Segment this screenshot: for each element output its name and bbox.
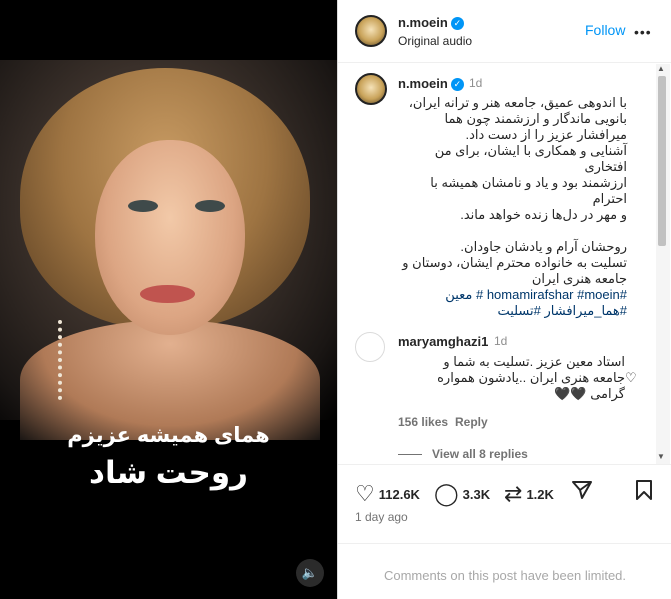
follow-button[interactable]: Follow: [585, 22, 625, 38]
comments-limited-notice: Comments on this post have been limited.: [338, 543, 671, 583]
portrait-eye-right: [195, 200, 225, 212]
scroll-up-arrow-icon[interactable]: ▲: [657, 64, 665, 73]
post-panel: n.moein ✓ Original audio Follow ••• n.moe…: [337, 0, 671, 599]
caption-line: میرافشار عزیز را از دست داد.: [465, 127, 627, 142]
caption-gap: [393, 223, 627, 239]
caption-username[interactable]: n.moein ✓: [398, 76, 464, 92]
view-replies-link[interactable]: View all 8 replies: [398, 447, 528, 461]
heart-icon[interactable]: ♡: [355, 481, 375, 507]
save-bookmark-icon[interactable]: [635, 479, 653, 501]
caption-body: با اندوهی عمیق، جامعه هنر و ترانه ایران،…: [393, 95, 627, 319]
media-caption-line2: روحت شاد: [89, 455, 248, 490]
caption-line: آشنایی و همکاری با ایشان، برای من افتخار…: [434, 143, 627, 174]
caption-line: بانویی ماندگار و ارزشمند چون هما: [444, 111, 627, 126]
more-options-icon[interactable]: •••: [634, 24, 652, 40]
like-button[interactable]: ♡ 112.6K: [355, 481, 420, 507]
avatar[interactable]: [355, 15, 387, 47]
comments-count[interactable]: 3.3K: [463, 487, 490, 502]
comment-likes-count[interactable]: 156 likes: [398, 415, 448, 429]
reel-media[interactable]: همای همیشه عزیزم روحت شاد 🔈: [0, 0, 337, 599]
caption-line: با اندوهی عمیق، جامعه هنر و ترانه ایران،: [408, 95, 627, 110]
speaker-icon: 🔈: [301, 565, 319, 580]
reposts-count[interactable]: 1.2K: [526, 487, 553, 502]
original-audio-link[interactable]: Original audio: [398, 34, 472, 48]
portrait-face: [95, 140, 245, 335]
caption-time[interactable]: 1d: [469, 76, 482, 90]
action-bar: ♡ 112.6K ◯ 3.3K ⇄ 1.2K: [338, 464, 671, 507]
likes-count[interactable]: 112.6K: [379, 487, 420, 502]
caption-line: ارزشمند بود و یاد و نامشان همیشه با احتر…: [430, 175, 627, 206]
caption-line: جامعه هنری ایران: [531, 271, 627, 286]
bookmark-icon[interactable]: [635, 479, 653, 501]
comment-line: استاد معین عزیز .تسلیت به شما و: [443, 354, 625, 369]
caption-hashtags[interactable]: #homamirafshar #moein # معین: [393, 287, 627, 303]
commenter-avatar[interactable]: [355, 332, 385, 362]
comment-reply-button[interactable]: Reply: [455, 415, 488, 429]
replies-divider-line: [398, 454, 422, 456]
commenter-username[interactable]: maryamghazi1: [398, 334, 488, 349]
audio-toggle-button[interactable]: 🔈: [296, 559, 324, 587]
verified-icon: ✓: [450, 78, 464, 92]
verified-icon: ✓: [450, 17, 464, 31]
caption-line: روحشان آرام و یادشان جاودان.: [460, 239, 627, 254]
repost-button[interactable]: ⇄ 1.2K: [504, 481, 554, 507]
comment-line: گرامی 🖤🖤: [554, 386, 625, 401]
caption-line: و مهر در دل‌ها زنده خواهد ماند.: [460, 207, 627, 222]
comment-bubble-icon[interactable]: ◯: [434, 481, 459, 507]
caption-line: تسلیت به خانواده محترم ایشان، دوستان و: [402, 255, 627, 270]
comments-section[interactable]: n.moein ✓ 1d با اندوهی عمیق، جامعه هنر و …: [338, 64, 671, 464]
comment-line: جامعه هنری ایران ..یادشون همواره: [437, 370, 625, 385]
scrollbar-thumb[interactable]: [658, 76, 666, 246]
comment-like-heart-icon[interactable]: ♡: [625, 370, 637, 386]
comment-button[interactable]: ◯ 3.3K: [434, 481, 490, 507]
comment-time[interactable]: 1d: [494, 334, 507, 348]
view-replies-text[interactable]: View all 8 replies: [432, 447, 528, 461]
header-username-text[interactable]: n.moein: [398, 15, 448, 30]
scroll-down-arrow-icon[interactable]: ▼: [657, 452, 665, 461]
paper-plane-icon[interactable]: [571, 479, 593, 501]
share-icon[interactable]: [571, 479, 593, 501]
repost-icon[interactable]: ⇄: [504, 481, 522, 507]
post-date[interactable]: 1 day ago: [355, 510, 408, 524]
comment-body: استاد معین عزیز .تسلیت به شما و جامعه هن…: [393, 354, 625, 402]
caption-avatar[interactable]: [355, 73, 387, 105]
media-caption-line1: همای همیشه عزیزم: [67, 424, 270, 447]
header-username[interactable]: n.moein ✓: [398, 15, 464, 31]
caption-username-text[interactable]: n.moein: [398, 76, 448, 91]
post-header: n.moein ✓ Original audio Follow •••: [338, 0, 671, 63]
portrait-eye-left: [128, 200, 158, 212]
portrait-lips: [140, 285, 195, 303]
pearl-necklace: [58, 320, 68, 400]
caption-hashtags[interactable]: #هما_میرافشار #تسلیت: [393, 303, 627, 319]
